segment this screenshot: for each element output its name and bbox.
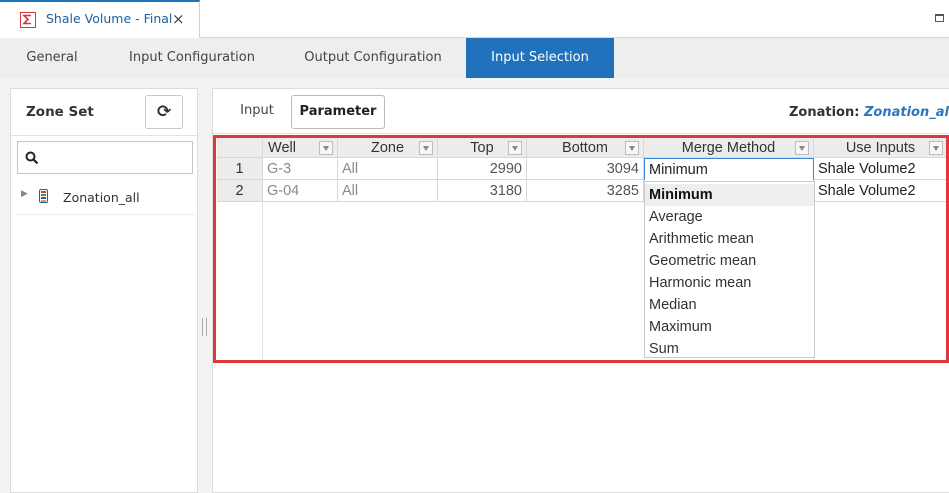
row-number[interactable]: 1 — [217, 158, 263, 180]
cell-top[interactable]: 2990 — [438, 158, 527, 180]
column-header-zone[interactable]: Zone — [338, 138, 438, 158]
column-header-well[interactable]: Well — [263, 138, 338, 158]
zonation-icon — [39, 189, 48, 203]
column-header-label: Zone — [370, 140, 405, 156]
divider — [17, 214, 195, 215]
filter-icon[interactable] — [508, 141, 522, 155]
tab-input-configuration[interactable]: Input Configuration — [106, 38, 278, 78]
column-header-use-inputs[interactable]: Use Inputs — [814, 138, 948, 158]
dropdown-option-median[interactable]: Median — [645, 294, 814, 316]
cell-use-inputs[interactable]: Shale Volume2 — [814, 180, 948, 202]
dropdown-option-average[interactable]: Average — [645, 206, 814, 228]
column-header-label: Bottom — [562, 140, 608, 156]
zonation-value: Zonation_all — [863, 105, 949, 120]
merge-method-dropdown: Minimum Average Arithmetic mean Geometri… — [644, 181, 815, 358]
zone-set-panel: Zone Set ⟳ ▶ Zonation_all — [10, 88, 198, 493]
tree-item-label: Zonation_all — [63, 190, 140, 205]
filter-icon[interactable] — [929, 141, 943, 155]
column-header-merge-method[interactable]: Merge Method — [644, 138, 814, 158]
dropdown-option-minimum[interactable]: Minimum — [645, 184, 814, 206]
parameter-grid: Well Zone Top Bottom Merge Method Use In… — [217, 138, 948, 362]
filter-icon[interactable] — [419, 141, 433, 155]
tab-parameter[interactable]: Parameter — [291, 95, 385, 129]
maximize-icon[interactable] — [935, 14, 944, 22]
refresh-icon: ⟳ — [157, 102, 172, 122]
merge-method-editor[interactable]: Minimum — [644, 158, 814, 181]
zone-set-title: Zone Set — [26, 104, 94, 120]
column-header-bottom[interactable]: Bottom — [527, 138, 644, 158]
tab-output-configuration[interactable]: Output Configuration — [282, 38, 464, 78]
column-header-label: Top — [470, 140, 494, 156]
sigma-icon — [20, 12, 36, 28]
dropdown-option-sum[interactable]: Sum — [645, 338, 814, 360]
panel-splitter-handle[interactable] — [202, 318, 207, 336]
divider — [11, 135, 197, 136]
row-number[interactable]: 2 — [217, 180, 263, 202]
refresh-button[interactable]: ⟳ — [145, 95, 183, 129]
column-header-label: Merge Method — [681, 140, 776, 156]
cell-zone[interactable]: All — [338, 158, 438, 180]
grid-corner — [217, 138, 263, 158]
close-icon[interactable]: × — [172, 10, 185, 28]
cell-zone[interactable]: All — [338, 180, 438, 202]
cell-use-inputs[interactable]: Shale Volume2 — [814, 158, 948, 180]
document-tab-bar: Shale Volume - Final × — [0, 0, 949, 38]
document-tab[interactable]: Shale Volume - Final × — [0, 0, 200, 38]
dropdown-option-harmonic-mean[interactable]: Harmonic mean — [645, 272, 814, 294]
column-header-top[interactable]: Top — [438, 138, 527, 158]
filter-icon[interactable] — [625, 141, 639, 155]
cell-top[interactable]: 3180 — [438, 180, 527, 202]
column-header-label: Well — [268, 140, 296, 156]
cell-bottom[interactable]: 3285 — [527, 180, 644, 202]
column-header-label: Use Inputs — [845, 140, 916, 156]
cell-bottom[interactable]: 3094 — [527, 158, 644, 180]
dropdown-option-maximum[interactable]: Maximum — [645, 316, 814, 338]
expand-caret-icon[interactable]: ▶ — [21, 189, 28, 199]
tab-input-selection[interactable]: Input Selection — [466, 38, 614, 78]
configuration-tab-bar: General Input Configuration Output Confi… — [0, 38, 949, 78]
tab-input[interactable]: Input — [227, 95, 287, 129]
zonation-indicator: Zonation: Zonation_all — [789, 105, 949, 120]
grid-line — [262, 202, 263, 362]
cell-well[interactable]: G-3 — [263, 158, 338, 180]
parameter-panel: Input Parameter Zonation: Zonation_all W… — [212, 88, 949, 493]
filter-icon[interactable] — [795, 141, 809, 155]
grid-line — [947, 202, 948, 362]
zonation-label: Zonation: — [789, 105, 860, 120]
cell-well[interactable]: G-04 — [263, 180, 338, 202]
zone-search-input[interactable] — [17, 141, 193, 174]
tree-item-zonation[interactable]: ▶ Zonation_all — [19, 187, 193, 211]
filter-icon[interactable] — [319, 141, 333, 155]
document-tab-title: Shale Volume - Final — [46, 11, 173, 26]
tab-general[interactable]: General — [0, 38, 104, 78]
divider — [213, 133, 949, 134]
dropdown-option-geometric-mean[interactable]: Geometric mean — [645, 250, 814, 272]
dropdown-option-arithmetic-mean[interactable]: Arithmetic mean — [645, 228, 814, 250]
search-icon — [25, 151, 39, 165]
